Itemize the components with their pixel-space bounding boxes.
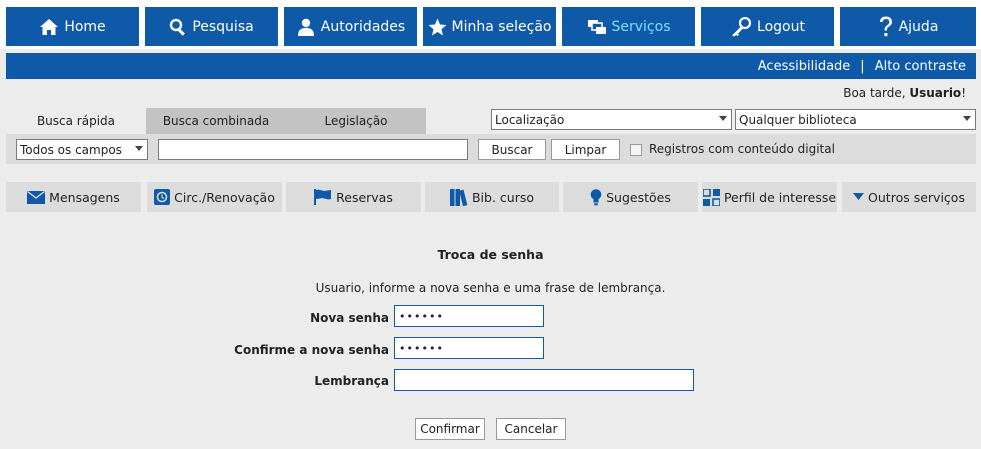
service-reservas[interactable]: Reservas: [286, 182, 421, 212]
star-icon: [428, 18, 446, 35]
digital-content-checkbox[interactable]: [630, 144, 642, 156]
form-title: Troca de senha: [437, 247, 544, 262]
confirme-senha-field[interactable]: ••••••: [394, 337, 544, 359]
nav-servicos-label: Serviços: [611, 18, 671, 35]
question-icon: [879, 16, 892, 36]
acessibilidade-link[interactable]: Acessibilidade: [758, 59, 851, 74]
campo-select[interactable]: Todos os campos: [16, 139, 148, 160]
localizacao-select[interactable]: Localização: [491, 109, 732, 130]
greeting-suffix: !: [961, 86, 966, 100]
nav-ajuda-label: Ajuda: [898, 18, 939, 35]
biblioteca-select[interactable]: Qualquer biblioteca: [735, 109, 976, 130]
service-perfil-interesse[interactable]: Perfil de interesse: [702, 182, 837, 212]
nova-senha-label: Nova senha: [310, 311, 389, 325]
service-outros[interactable]: Outros serviços: [842, 182, 976, 212]
nav-minha-selecao-button[interactable]: Minha seleção: [423, 7, 556, 46]
confirmar-button[interactable]: Confirmar: [415, 418, 485, 440]
tab-busca-rapida[interactable]: Busca rápida: [6, 108, 146, 134]
envelope-icon: [27, 190, 46, 204]
greeting-user: Usuario: [909, 86, 962, 100]
accessbar-separator: |: [860, 58, 865, 74]
top-navigation: Home Pesquisa Autoridades Minha seleção …: [0, 0, 981, 49]
user-icon: [297, 18, 314, 36]
grid-icon: [702, 188, 720, 206]
nav-autoridades-label: Autoridades: [320, 18, 406, 35]
service-circ-renovacao[interactable]: Circ./Renovação: [147, 182, 282, 212]
service-outros-label: Outros serviços: [868, 189, 965, 205]
chevron-down-icon: [719, 116, 727, 121]
chevron-down-icon: [963, 116, 971, 121]
nav-home-button[interactable]: Home: [6, 7, 139, 46]
books-icon: [449, 188, 468, 206]
nova-senha-field[interactable]: ••••••: [394, 305, 544, 327]
digital-content-label: Registros com conteúdo digital: [649, 142, 835, 156]
buscar-button[interactable]: Buscar: [478, 139, 546, 160]
service-circ-renovacao-label: Circ./Renovação: [174, 189, 275, 205]
alto-contraste-link[interactable]: Alto contraste: [875, 59, 966, 74]
chevron-down-icon: [135, 146, 143, 151]
greeting: Boa tarde, Usuario!: [843, 86, 966, 100]
key-icon: [732, 16, 752, 36]
nav-autoridades-button[interactable]: Autoridades: [284, 7, 417, 46]
confirme-senha-label: Confirme a nova senha: [234, 343, 389, 357]
home-icon: [40, 18, 59, 35]
clock-icon: [154, 189, 171, 205]
search-input[interactable]: [158, 139, 468, 160]
cancelar-button[interactable]: Cancelar: [496, 418, 566, 440]
nav-logout-label: Logout: [757, 18, 805, 35]
service-bib-curso-label: Bib. curso: [471, 189, 535, 205]
service-perfil-interesse-label: Perfil de interesse: [723, 189, 837, 205]
biblioteca-value: Qualquer biblioteca: [739, 112, 857, 127]
tab-busca-combinada[interactable]: Busca combinada: [146, 108, 286, 134]
nav-logout-button[interactable]: Logout: [701, 7, 834, 46]
accessibility-bar: Acessibilidade | Alto contraste: [6, 53, 976, 79]
nav-ajuda-button[interactable]: Ajuda: [840, 7, 976, 46]
service-sugestoes-label: Sugestões: [606, 189, 671, 205]
limpar-button[interactable]: Limpar: [551, 139, 620, 160]
nav-home-label: Home: [64, 18, 106, 35]
greeting-text: Boa tarde,: [843, 86, 910, 100]
nav-pesquisa-label: Pesquisa: [192, 18, 254, 35]
campo-value: Todos os campos: [20, 142, 122, 157]
nav-servicos-button[interactable]: Serviços: [562, 7, 695, 46]
tab-legislacao[interactable]: Legislação: [286, 108, 426, 134]
lembranca-label: Lembrança: [314, 374, 389, 388]
lightbulb-icon: [590, 188, 602, 205]
localizacao-value: Localização: [495, 112, 565, 127]
flag-icon: [314, 189, 332, 205]
form-instruction: Usuario, informe a nova senha e uma fras…: [315, 281, 666, 295]
service-reservas-label: Reservas: [336, 189, 393, 205]
search-tabs: Busca rápida Busca combinada Legislação: [6, 108, 426, 134]
service-bib-curso[interactable]: Bib. curso: [425, 182, 559, 212]
caret-down-icon: [853, 193, 865, 200]
nav-pesquisa-button[interactable]: Pesquisa: [145, 7, 278, 46]
service-mensagens-label: Mensagens: [49, 189, 120, 205]
service-mensagens[interactable]: Mensagens: [6, 182, 141, 212]
search-icon: [170, 18, 186, 36]
lembranca-field[interactable]: [394, 369, 694, 391]
nav-minha-selecao-label: Minha seleção: [451, 18, 552, 35]
service-sugestoes[interactable]: Sugestões: [563, 182, 698, 212]
windows-icon: [587, 19, 606, 34]
